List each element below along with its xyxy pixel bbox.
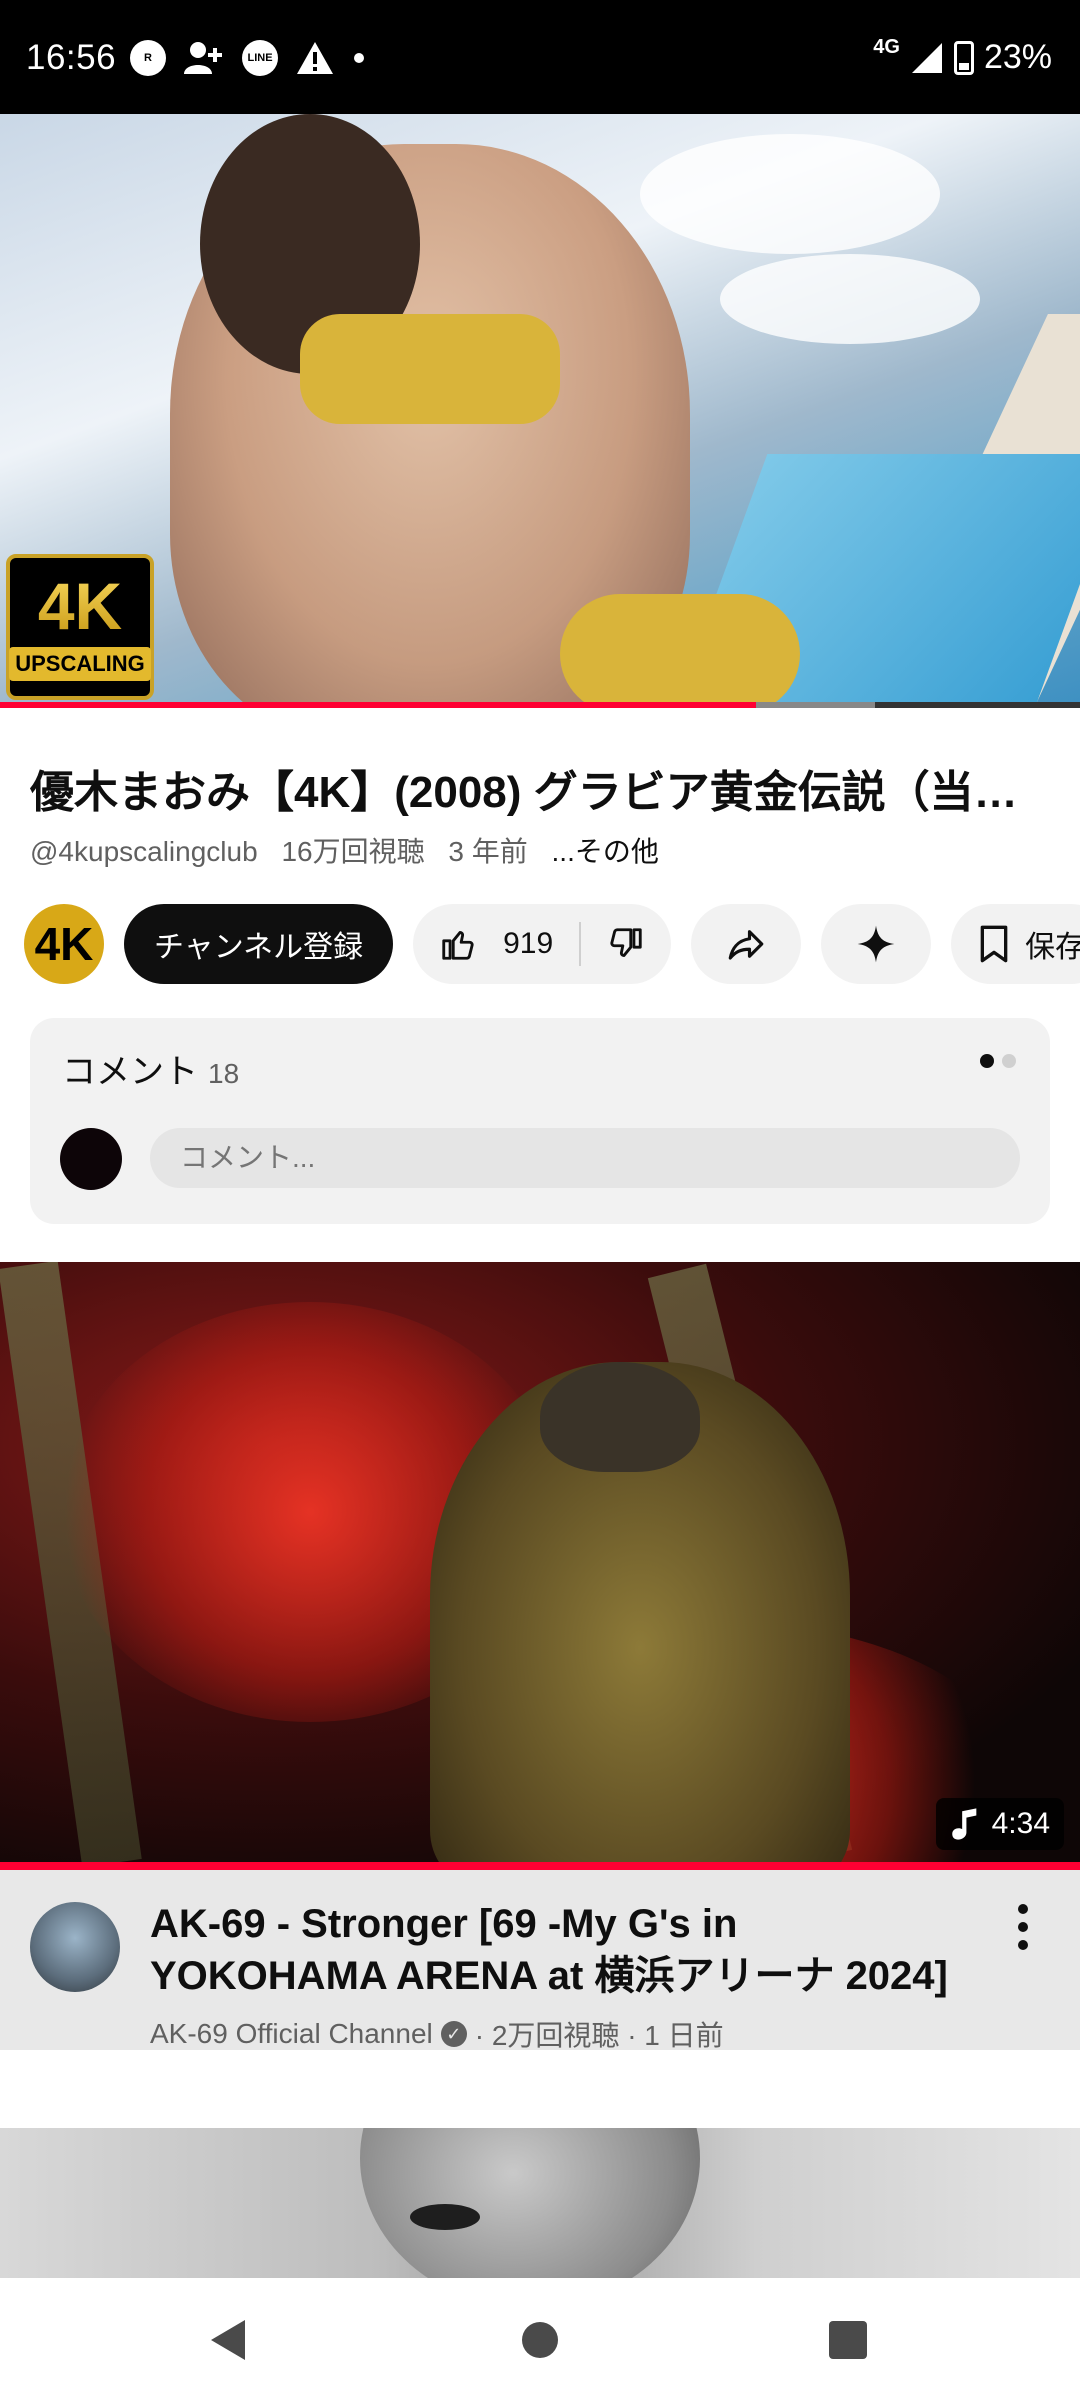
recents-button[interactable]: [824, 2316, 872, 2364]
signal-icon: [911, 42, 942, 73]
next-title-line-1: AK-69 - Stronger [69 -My G's in: [150, 1902, 738, 1946]
badge-4k-text: 4K: [37, 569, 123, 643]
status-bar: 16:56 R LINE 4G 23%: [0, 0, 1080, 114]
save-button[interactable]: 保存: [951, 904, 1080, 984]
status-right: 4G 23%: [873, 36, 1052, 77]
rakuten-link-icon: R: [130, 40, 166, 76]
video-player[interactable]: 4K UPSCALING: [0, 114, 1080, 708]
channel-handle: @4kupscalingclub: [30, 836, 258, 867]
user-avatar: [60, 1128, 122, 1190]
battery-percent: 23%: [983, 38, 1052, 76]
bookmark-icon: [980, 925, 1008, 963]
share-icon: [728, 930, 764, 960]
video-title[interactable]: 優木まおみ【4K】(2008) グラビア黄金伝説（当時27歳）: [30, 756, 1055, 820]
warning-icon: [297, 42, 333, 74]
third-video-thumbnail[interactable]: [0, 2128, 1080, 2278]
back-icon: [211, 2320, 245, 2360]
recents-icon: [829, 2321, 867, 2359]
share-button[interactable]: [691, 904, 802, 984]
next-video-stats: · 2万回視聴 · 1 日前: [474, 2020, 724, 2050]
channel-avatar[interactable]: 4K: [24, 904, 104, 984]
status-time: 16:56: [26, 38, 117, 77]
verified-badge-icon: ✓: [440, 2021, 467, 2047]
view-count: 16万回視聴: [281, 836, 425, 867]
action-row: 4K チャンネル登録 919 保存: [24, 904, 1080, 984]
system-nav-bar: [0, 2278, 1080, 2400]
comments-count: 18: [208, 1058, 240, 1089]
like-separator: [579, 922, 582, 966]
more-options-icon[interactable]: [1016, 1904, 1030, 1950]
network-type: 4G: [873, 36, 900, 58]
sparkle-icon: [857, 925, 895, 963]
home-icon: [522, 2322, 558, 2358]
video-meta[interactable]: @4kupscalingclub 16万回視聴 3 年前 ...その他: [30, 830, 675, 870]
badge-upscaling-text: UPSCALING: [9, 647, 151, 681]
video-progress-bar[interactable]: [0, 702, 1080, 708]
video-info-sheet: 優木まおみ【4K】(2008) グラビア黄金伝説（当時27歳） @4kupsca…: [0, 712, 1080, 1262]
pager-dot-active: [980, 1054, 994, 1068]
next-channel-name: AK-69 Official Channel: [150, 2018, 433, 2049]
pager-dot: [1002, 1054, 1016, 1068]
thumbs-up-icon: [442, 931, 474, 960]
upload-age: 3 年前: [448, 836, 528, 867]
next-video-title[interactable]: AK-69 - Stronger [69 -My G's in YOKOHAMA…: [150, 1898, 950, 2002]
played-bar: [0, 702, 756, 708]
next-video-details[interactable]: AK-69 - Stronger [69 -My G's in YOKOHAMA…: [0, 1870, 1080, 2050]
like-count: 919: [503, 927, 554, 960]
next-title-line-2: YOKOHAMA ARENA at 横浜アリーナ 2024]: [150, 1954, 948, 1998]
upscaling-badge: 4K UPSCALING: [6, 554, 154, 700]
comments-header: コメント 18: [62, 1044, 239, 1093]
comment-input[interactable]: [150, 1128, 1020, 1188]
watched-progress-bar: [0, 1862, 1080, 1870]
comments-pager-dots: [980, 1054, 1016, 1068]
more-link[interactable]: ...その他: [552, 836, 659, 867]
like-button[interactable]: 919: [439, 925, 553, 963]
duration-badge: 4:34: [935, 1798, 1064, 1850]
home-button[interactable]: [516, 2316, 564, 2364]
thumbs-down-icon[interactable]: [607, 925, 645, 963]
next-video-meta: AK-69 Official Channel ✓ · 2万回視聴 · 1 日前: [150, 2014, 724, 2050]
notification-icons: R LINE: [130, 40, 366, 76]
like-dislike-group: 919: [413, 904, 672, 984]
ask-ai-button[interactable]: [821, 904, 932, 984]
battery-icon: [953, 40, 974, 75]
next-video-thumbnail[interactable]: 4:34: [0, 1262, 1080, 1866]
subscribe-button[interactable]: チャンネル登録: [124, 904, 394, 984]
save-label: 保存: [1025, 931, 1080, 964]
thumbnail-subject: [360, 2128, 700, 2278]
next-channel-avatar[interactable]: [30, 1902, 120, 1992]
dot-icon: [354, 53, 364, 63]
line-icon: LINE: [242, 40, 278, 76]
music-note-icon: [951, 1808, 976, 1840]
comments-card[interactable]: コメント 18: [30, 1018, 1050, 1224]
comments-label: コメント: [62, 1053, 198, 1091]
duration-text: 4:34: [991, 1807, 1050, 1840]
add-contact-icon: [184, 42, 222, 74]
back-button[interactable]: [204, 2316, 252, 2364]
